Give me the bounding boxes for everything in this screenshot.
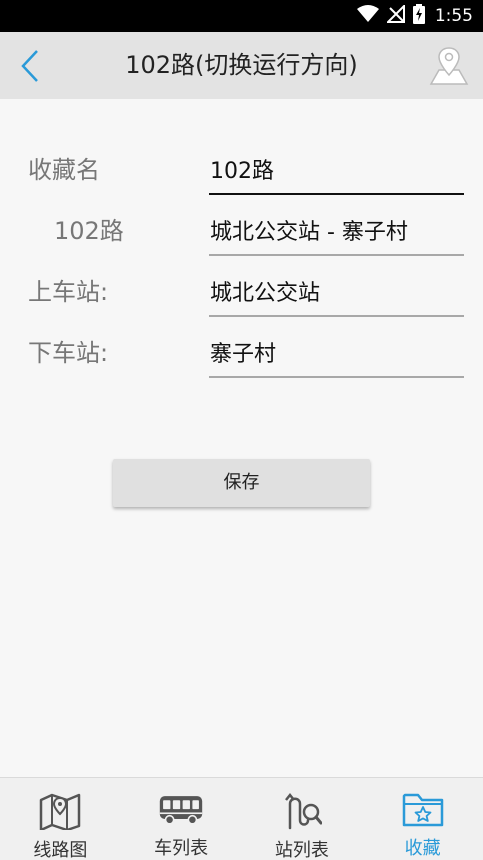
- favorite-name-label: 收藏名: [28, 156, 100, 184]
- status-icons: 1:55: [356, 0, 473, 32]
- boarding-stop-field[interactable]: 城北公交站: [209, 271, 464, 317]
- status-bar: 1:55: [0, 0, 483, 32]
- back-button[interactable]: [8, 42, 52, 90]
- nav-label-route-map: 线路图: [33, 840, 88, 860]
- bus-icon: [159, 792, 203, 828]
- nav-item-route-map[interactable]: 线路图: [0, 778, 121, 860]
- boarding-stop-row: 上车站: 城北公交站: [0, 267, 483, 317]
- no-signal-icon: [385, 3, 405, 27]
- nav-item-bus-list[interactable]: 车列表: [121, 778, 242, 860]
- save-button[interactable]: 保存: [113, 459, 370, 507]
- battery-charging-icon: [412, 4, 425, 28]
- chevron-left-icon: [21, 50, 38, 82]
- nav-label-favorites: 收藏: [404, 838, 441, 859]
- nav-item-favorites[interactable]: 收藏: [362, 778, 483, 860]
- map-pin-icon: [429, 47, 469, 85]
- favorite-name-row: 收藏名 102路: [0, 145, 483, 195]
- route-direction-field[interactable]: 城北公交站 - 寨子村: [209, 210, 464, 256]
- nav-label-stop-list: 站列表: [274, 840, 329, 860]
- map-icon: [38, 792, 82, 830]
- alighting-stop-field[interactable]: 寨子村: [209, 332, 464, 378]
- route-row: 102路 城北公交站 - 寨子村: [0, 206, 483, 256]
- map-location-button[interactable]: [423, 40, 475, 92]
- app-bar: 102路(切换运行方向): [0, 32, 483, 99]
- nav-item-stop-list[interactable]: 站列表: [242, 778, 363, 860]
- favorite-folder-icon: [401, 792, 445, 828]
- route-label: 102路: [54, 217, 124, 245]
- bottom-nav: 线路图 车列表 站列表 收藏: [0, 777, 483, 860]
- favorite-name-input[interactable]: 102路: [209, 149, 464, 195]
- nav-label-bus-list: 车列表: [154, 838, 209, 859]
- stop-list-icon: [280, 792, 324, 830]
- page-title[interactable]: 102路(切换运行方向): [60, 32, 423, 99]
- boarding-stop-label: 上车站:: [28, 278, 109, 306]
- status-time: 1:55: [434, 6, 473, 26]
- wifi-icon: [356, 5, 379, 27]
- alighting-stop-label: 下车站:: [28, 339, 109, 367]
- alighting-stop-row: 下车站: 寨子村: [0, 328, 483, 378]
